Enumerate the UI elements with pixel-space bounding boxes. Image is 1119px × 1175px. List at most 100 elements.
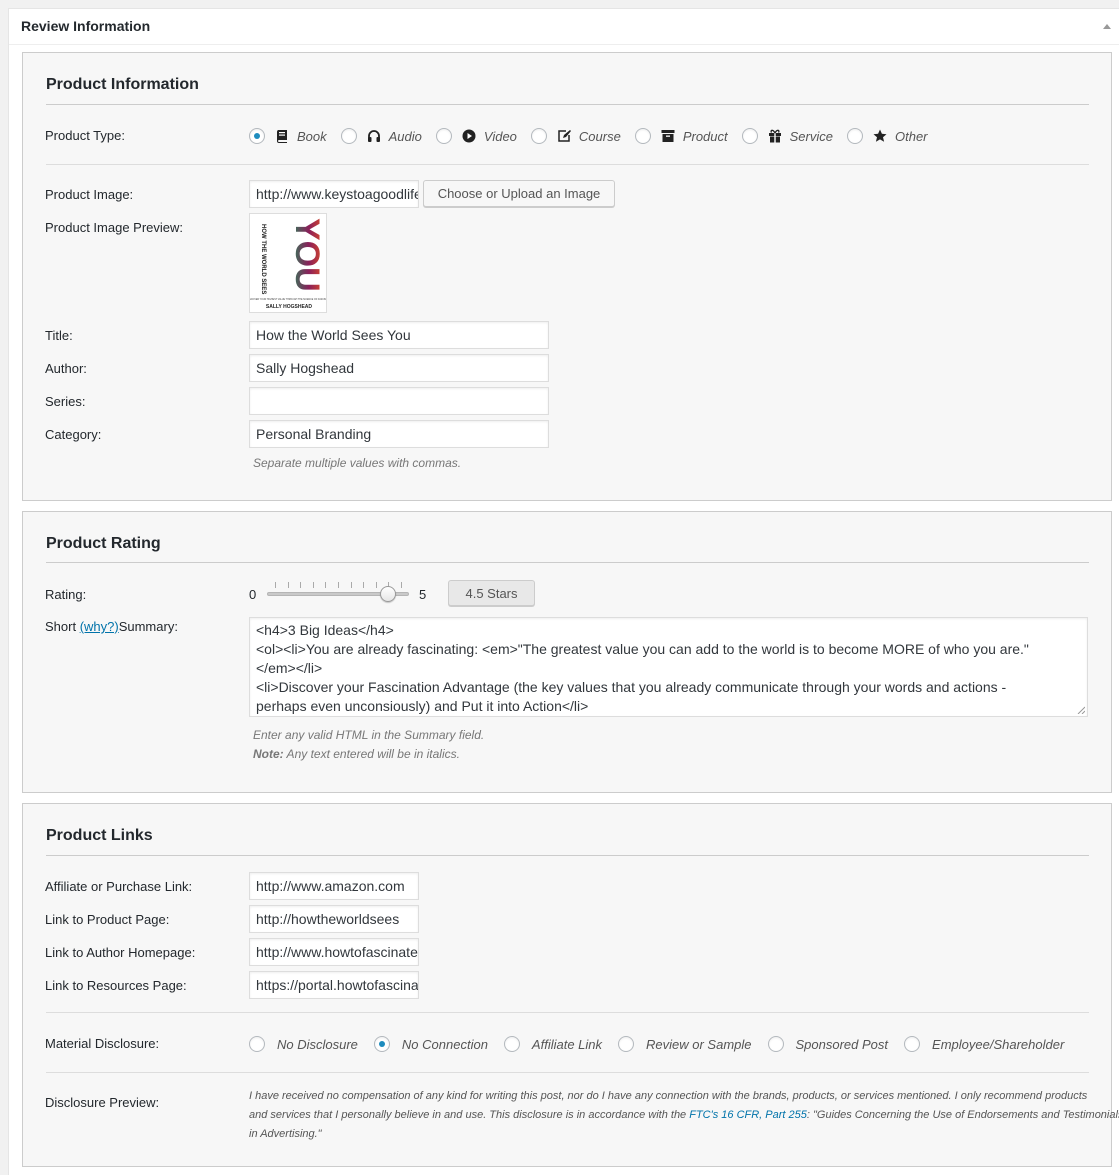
disclosure-text-part: and services that I personally believe i…	[249, 1109, 690, 1121]
star-icon	[873, 129, 887, 143]
disclosure-option-affiliate-link[interactable]: Affiliate Link	[503, 1036, 602, 1052]
radio-button[interactable]	[618, 1036, 635, 1052]
disclosure-option-label: Sponsored Post	[795, 1036, 889, 1052]
slider-tick	[338, 582, 339, 588]
disclosure-option-no-connection[interactable]: No Connection	[373, 1036, 488, 1052]
headphones-icon	[367, 129, 381, 143]
ftc-link[interactable]: FTC's 16 CFR, Part 255	[689, 1109, 807, 1121]
product-type-label-text: Product	[682, 128, 728, 144]
product-type-label-text: Book	[297, 128, 327, 144]
radio-button[interactable]	[249, 128, 265, 144]
product-type-option-course[interactable]: Course	[530, 128, 621, 144]
section-rule	[46, 855, 1089, 856]
product-page-link-input[interactable]: http://howtheworldsees	[249, 905, 419, 933]
metabox-title: Review Information	[21, 18, 151, 34]
section-title: Product Information	[46, 76, 199, 93]
slider-tick	[401, 582, 402, 588]
product-information-section: Product Information Product Type: Book A…	[22, 52, 1112, 501]
summary-label-suffix: Summary:	[118, 619, 178, 634]
summary-line: <li>Discover your Fascination Advantage …	[256, 679, 1007, 695]
section-rule	[46, 104, 1089, 105]
cover-title-text: YOU	[288, 218, 326, 292]
author-homepage-link-input[interactable]: http://www.howtofascinate	[249, 938, 419, 966]
product-type-option-audio[interactable]: Audio	[340, 128, 422, 144]
resize-grip-icon[interactable]	[1077, 706, 1085, 714]
product-type-option-other[interactable]: Other	[847, 128, 928, 144]
product-image-url-input[interactable]: http://www.keystoagoodlife.com	[249, 180, 419, 208]
slider-tick	[300, 582, 302, 588]
rating-slider-max: 5	[419, 587, 427, 602]
summary-label: Short (why?)Summary:	[45, 619, 178, 634]
product-type-label-text: Course	[578, 128, 621, 144]
product-type-option-service[interactable]: Service	[741, 128, 833, 144]
divider	[46, 1012, 1089, 1013]
slider-tick	[275, 582, 276, 588]
series-input[interactable]	[249, 387, 549, 415]
product-type-option-product[interactable]: Product	[634, 128, 728, 144]
affiliate-link-label: Affiliate or Purchase Link:	[45, 879, 193, 894]
title-label: Title:	[45, 328, 73, 343]
radio-button[interactable]	[767, 1036, 784, 1052]
why-link[interactable]: (why?)	[80, 619, 119, 634]
metabox-header[interactable]: Review Information	[9, 9, 1119, 45]
slider-tick	[375, 582, 377, 588]
summary-line: <ol><li>You are already fascinating: <em…	[256, 641, 1029, 657]
category-input[interactable]: Personal Branding	[249, 420, 549, 448]
summary-note-text: Note: Any text entered will be in italic…	[253, 747, 460, 761]
disclosure-option-employee-shareholder[interactable]: Employee/Shareholder	[904, 1036, 1064, 1052]
slider-thumb[interactable]	[380, 586, 397, 602]
author-input[interactable]: Sally Hogshead	[249, 354, 549, 382]
material-disclosure-label: Material Disclosure:	[45, 1036, 160, 1051]
product-type-label-text: Video	[483, 128, 517, 144]
disclosure-option-label: No Connection	[401, 1036, 488, 1052]
radio-button[interactable]	[435, 128, 452, 144]
rating-stars-button[interactable]: 4.5 Stars	[448, 580, 535, 606]
product-type-option-video[interactable]: Video	[435, 128, 517, 144]
rating-slider[interactable]	[267, 582, 409, 604]
summary-line: </em></li>	[256, 660, 323, 676]
disclosure-option-no-disclosure[interactable]: No Disclosure	[249, 1036, 358, 1052]
disclosure-option-label: No Disclosure	[277, 1036, 358, 1052]
slider-tick	[325, 582, 327, 588]
product-type-label-text: Other	[895, 128, 928, 144]
product-rating-section: Product Rating Rating: 0 5 4.5 Stars Sho…	[22, 511, 1112, 793]
choose-upload-image-button[interactable]: Choose or Upload an Image	[423, 180, 615, 207]
disclosure-preview-label: Disclosure Preview:	[45, 1095, 160, 1110]
radio-button[interactable]	[847, 128, 863, 144]
product-page-link-label: Link to Product Page:	[45, 912, 170, 927]
author-homepage-link-label: Link to Author Homepage:	[45, 945, 196, 960]
summary-help-text: Enter any valid HTML in the Summary fiel…	[253, 728, 485, 742]
radio-button[interactable]	[741, 128, 758, 144]
product-type-option-book[interactable]: Book	[249, 128, 327, 144]
radio-button[interactable]	[634, 128, 651, 144]
rating-slider-min: 0	[249, 587, 257, 602]
disclosure-option-label: Employee/Shareholder	[932, 1036, 1065, 1052]
book-cover-image: YOU HOW THE WORLD SEES DISCOVER YOUR HIG…	[250, 214, 326, 312]
section-title: Product Links	[46, 827, 153, 844]
radio-button[interactable]	[340, 128, 357, 144]
review-information-metabox: Review Information Product Information P…	[8, 8, 1119, 1175]
cover-tagline-text: DISCOVER YOUR HIGHEST VALUE THROUGH THE …	[250, 298, 326, 301]
slider-tick	[312, 582, 314, 588]
title-input[interactable]: How the World Sees You	[249, 321, 549, 349]
radio-button[interactable]	[503, 1036, 520, 1052]
disclosure-option-label: Review or Sample	[646, 1036, 752, 1052]
play-circle-icon	[462, 129, 476, 143]
product-image-label: Product Image:	[45, 187, 134, 202]
note-text: Any text entered will be in italics.	[283, 747, 460, 761]
author-label: Author:	[45, 361, 87, 376]
radio-button[interactable]	[373, 1036, 390, 1052]
radio-button[interactable]	[904, 1036, 921, 1052]
affiliate-link-input[interactable]: http://www.amazon.com	[249, 872, 419, 900]
collapse-arrow-icon[interactable]	[1103, 24, 1111, 29]
summary-label-prefix: Short	[45, 619, 80, 634]
disclosure-option-sponsored-post[interactable]: Sponsored Post	[767, 1036, 889, 1052]
slider-tick	[363, 582, 365, 588]
archive-icon	[661, 129, 675, 143]
material-disclosure-options: No Disclosure No Connection Affiliate Li…	[249, 1036, 1080, 1052]
resources-page-link-input[interactable]: https://portal.howtofascinate	[249, 971, 419, 999]
disclosure-option-review-or-sample[interactable]: Review or Sample	[618, 1036, 752, 1052]
summary-textarea[interactable]: <h4>3 Big Ideas</h4> <ol><li>You are alr…	[249, 617, 1088, 717]
radio-button[interactable]	[249, 1036, 265, 1052]
radio-button[interactable]	[530, 128, 547, 144]
